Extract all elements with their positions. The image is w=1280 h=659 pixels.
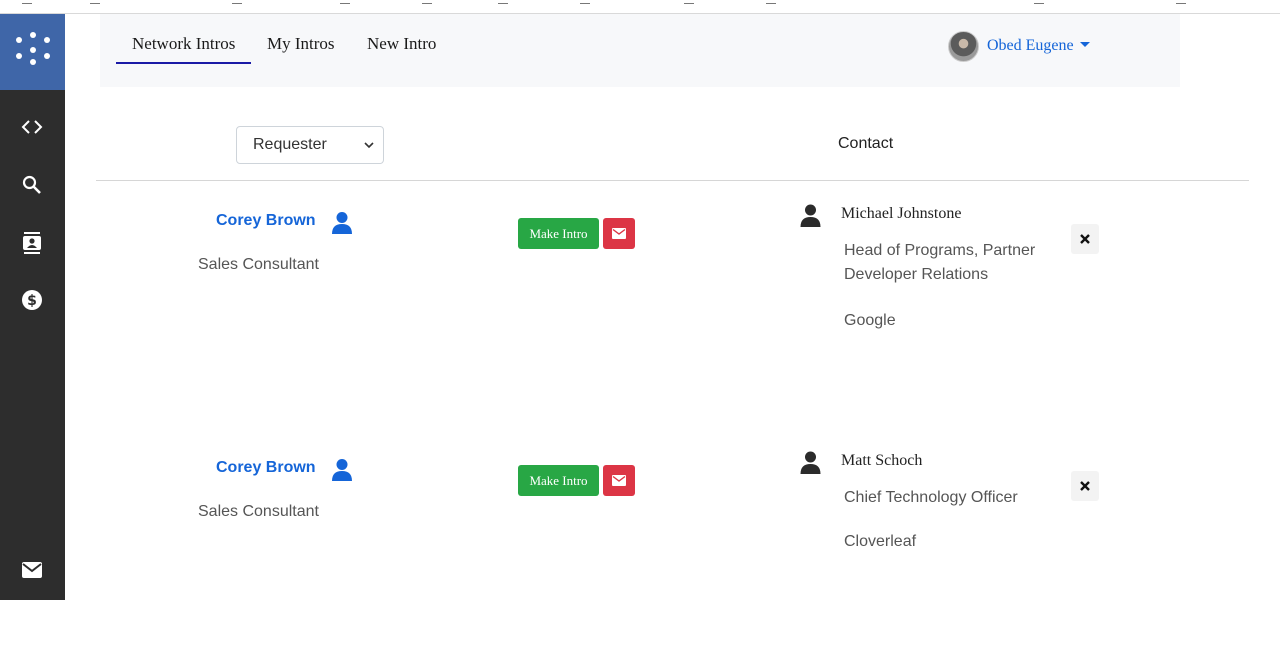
make-intro-button[interactable]: Make Intro: [518, 218, 599, 249]
user-profile-icon[interactable]: [331, 458, 353, 482]
role-filter-value: Requester: [253, 136, 327, 153]
user-name: Obed Eugene: [987, 37, 1074, 54]
close-icon: [1080, 481, 1090, 491]
envelope-icon: [612, 475, 626, 486]
tab-new-intro[interactable]: New Intro: [367, 34, 436, 54]
contact-person-icon: [800, 451, 821, 474]
envelope-icon: [612, 228, 626, 239]
user-profile-icon[interactable]: [331, 211, 353, 235]
intro-row: Corey Brown Sales Consultant Make Intro …: [0, 204, 1280, 412]
header-divider: [96, 180, 1249, 181]
tab-network-intros[interactable]: Network Intros: [132, 34, 235, 62]
dots-logo-icon[interactable]: [0, 14, 65, 90]
contact-company: Google: [844, 312, 896, 329]
requester-name[interactable]: Corey Brown: [216, 212, 316, 230]
contact-company: Cloverleaf: [844, 533, 917, 550]
contact-person-icon: [800, 204, 821, 227]
contact-title: Chief Technology Officer: [844, 489, 1018, 506]
user-menu[interactable]: Obed Eugene: [948, 30, 1090, 62]
make-intro-button[interactable]: Make Intro: [518, 465, 599, 496]
active-tab-indicator: [116, 62, 251, 64]
search-icon[interactable]: [20, 173, 44, 197]
contact-column-header: Contact: [838, 135, 894, 152]
dismiss-button[interactable]: [1071, 224, 1099, 254]
requester-title: Sales Consultant: [198, 256, 319, 273]
contact-name: Michael Johnstone: [841, 205, 962, 222]
caret-down-icon: [1079, 41, 1090, 47]
close-icon: [1080, 234, 1090, 244]
role-filter-select[interactable]: Requester: [236, 126, 384, 164]
requester-title: Sales Consultant: [198, 503, 319, 520]
requester-name[interactable]: Corey Brown: [216, 459, 316, 477]
intro-row: Corey Brown Sales Consultant Make Intro …: [0, 451, 1280, 659]
contact-title: Head of Programs, Partner Developer Rela…: [844, 242, 1036, 283]
dismiss-button[interactable]: [1071, 471, 1099, 501]
top-nav: Network Intros My Intros New Intro Obed …: [100, 14, 1180, 87]
contact-name: Matt Schoch: [841, 452, 923, 469]
tab-my-intros[interactable]: My Intros: [267, 34, 335, 54]
email-button[interactable]: [603, 465, 635, 496]
code-icon[interactable]: [20, 115, 44, 139]
avatar: [948, 30, 979, 62]
email-button[interactable]: [603, 218, 635, 249]
chevron-down-icon: [364, 142, 374, 149]
browser-bookmarks-strip: [0, 0, 1280, 14]
